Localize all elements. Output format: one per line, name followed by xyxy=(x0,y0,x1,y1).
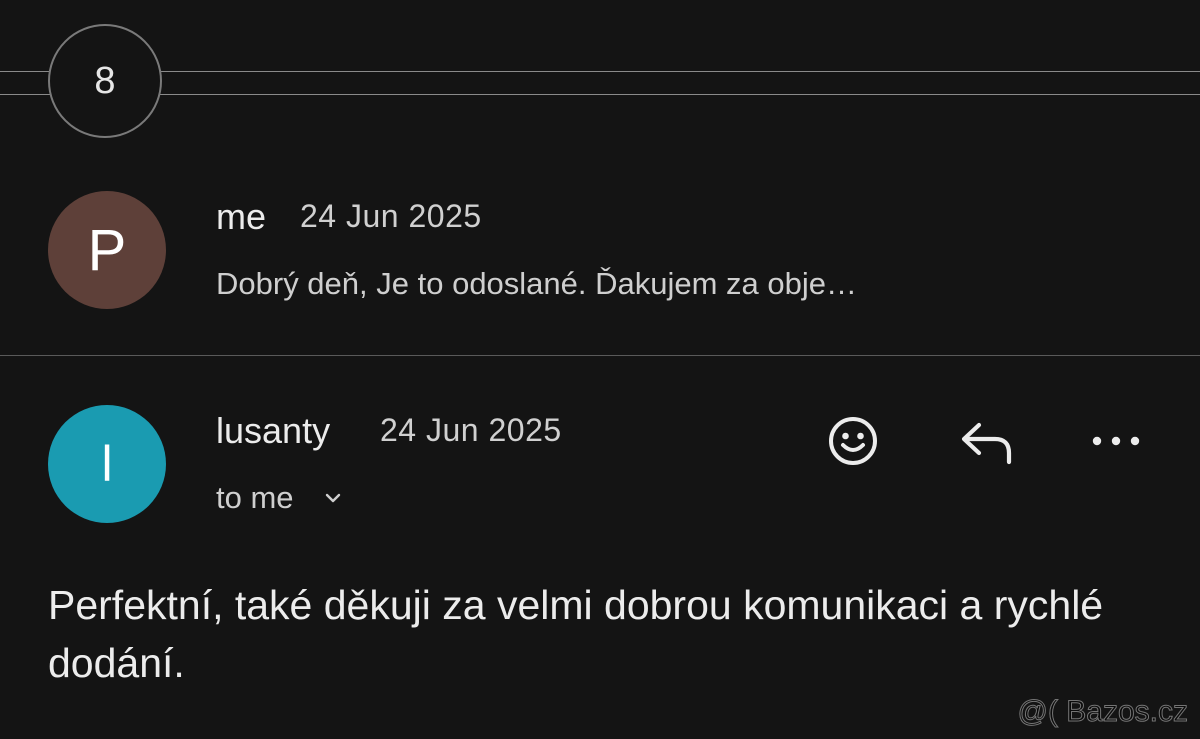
reply-icon xyxy=(961,422,1012,465)
recipients-toggle[interactable]: to me xyxy=(216,480,342,516)
more-horizontal-icon xyxy=(1092,436,1140,446)
message-snippet[interactable]: Dobrý deň, Je to odoslané. Ďakujem za ob… xyxy=(216,266,857,302)
sender-name: me xyxy=(216,196,267,237)
avatar-letter: P xyxy=(87,217,127,283)
sender-name[interactable]: lusanty xyxy=(216,410,330,452)
reply-button[interactable] xyxy=(952,410,1018,472)
avatar-letter: l xyxy=(101,436,113,492)
message-divider xyxy=(0,355,1200,356)
add-reaction-button[interactable] xyxy=(822,410,884,472)
watermark: @( Bazos.cz xyxy=(1017,695,1188,729)
chevron-down-icon xyxy=(324,492,342,504)
recipients-label: to me xyxy=(216,480,294,515)
smiley-icon xyxy=(829,417,877,465)
message-body: Perfektní, také děkuji za velmi dobrou k… xyxy=(48,582,1104,686)
more-options-button[interactable] xyxy=(1084,416,1148,466)
message-date: 24 Jun 2025 xyxy=(380,412,562,448)
message-date: 24 Jun 2025 xyxy=(300,198,482,234)
collapsed-messages-count[interactable]: 8 xyxy=(48,24,162,138)
collapsed-divider-bottom xyxy=(0,94,1200,95)
avatar: P xyxy=(48,191,166,309)
avatar: l xyxy=(48,405,166,523)
collapsed-divider-top xyxy=(0,71,1200,72)
